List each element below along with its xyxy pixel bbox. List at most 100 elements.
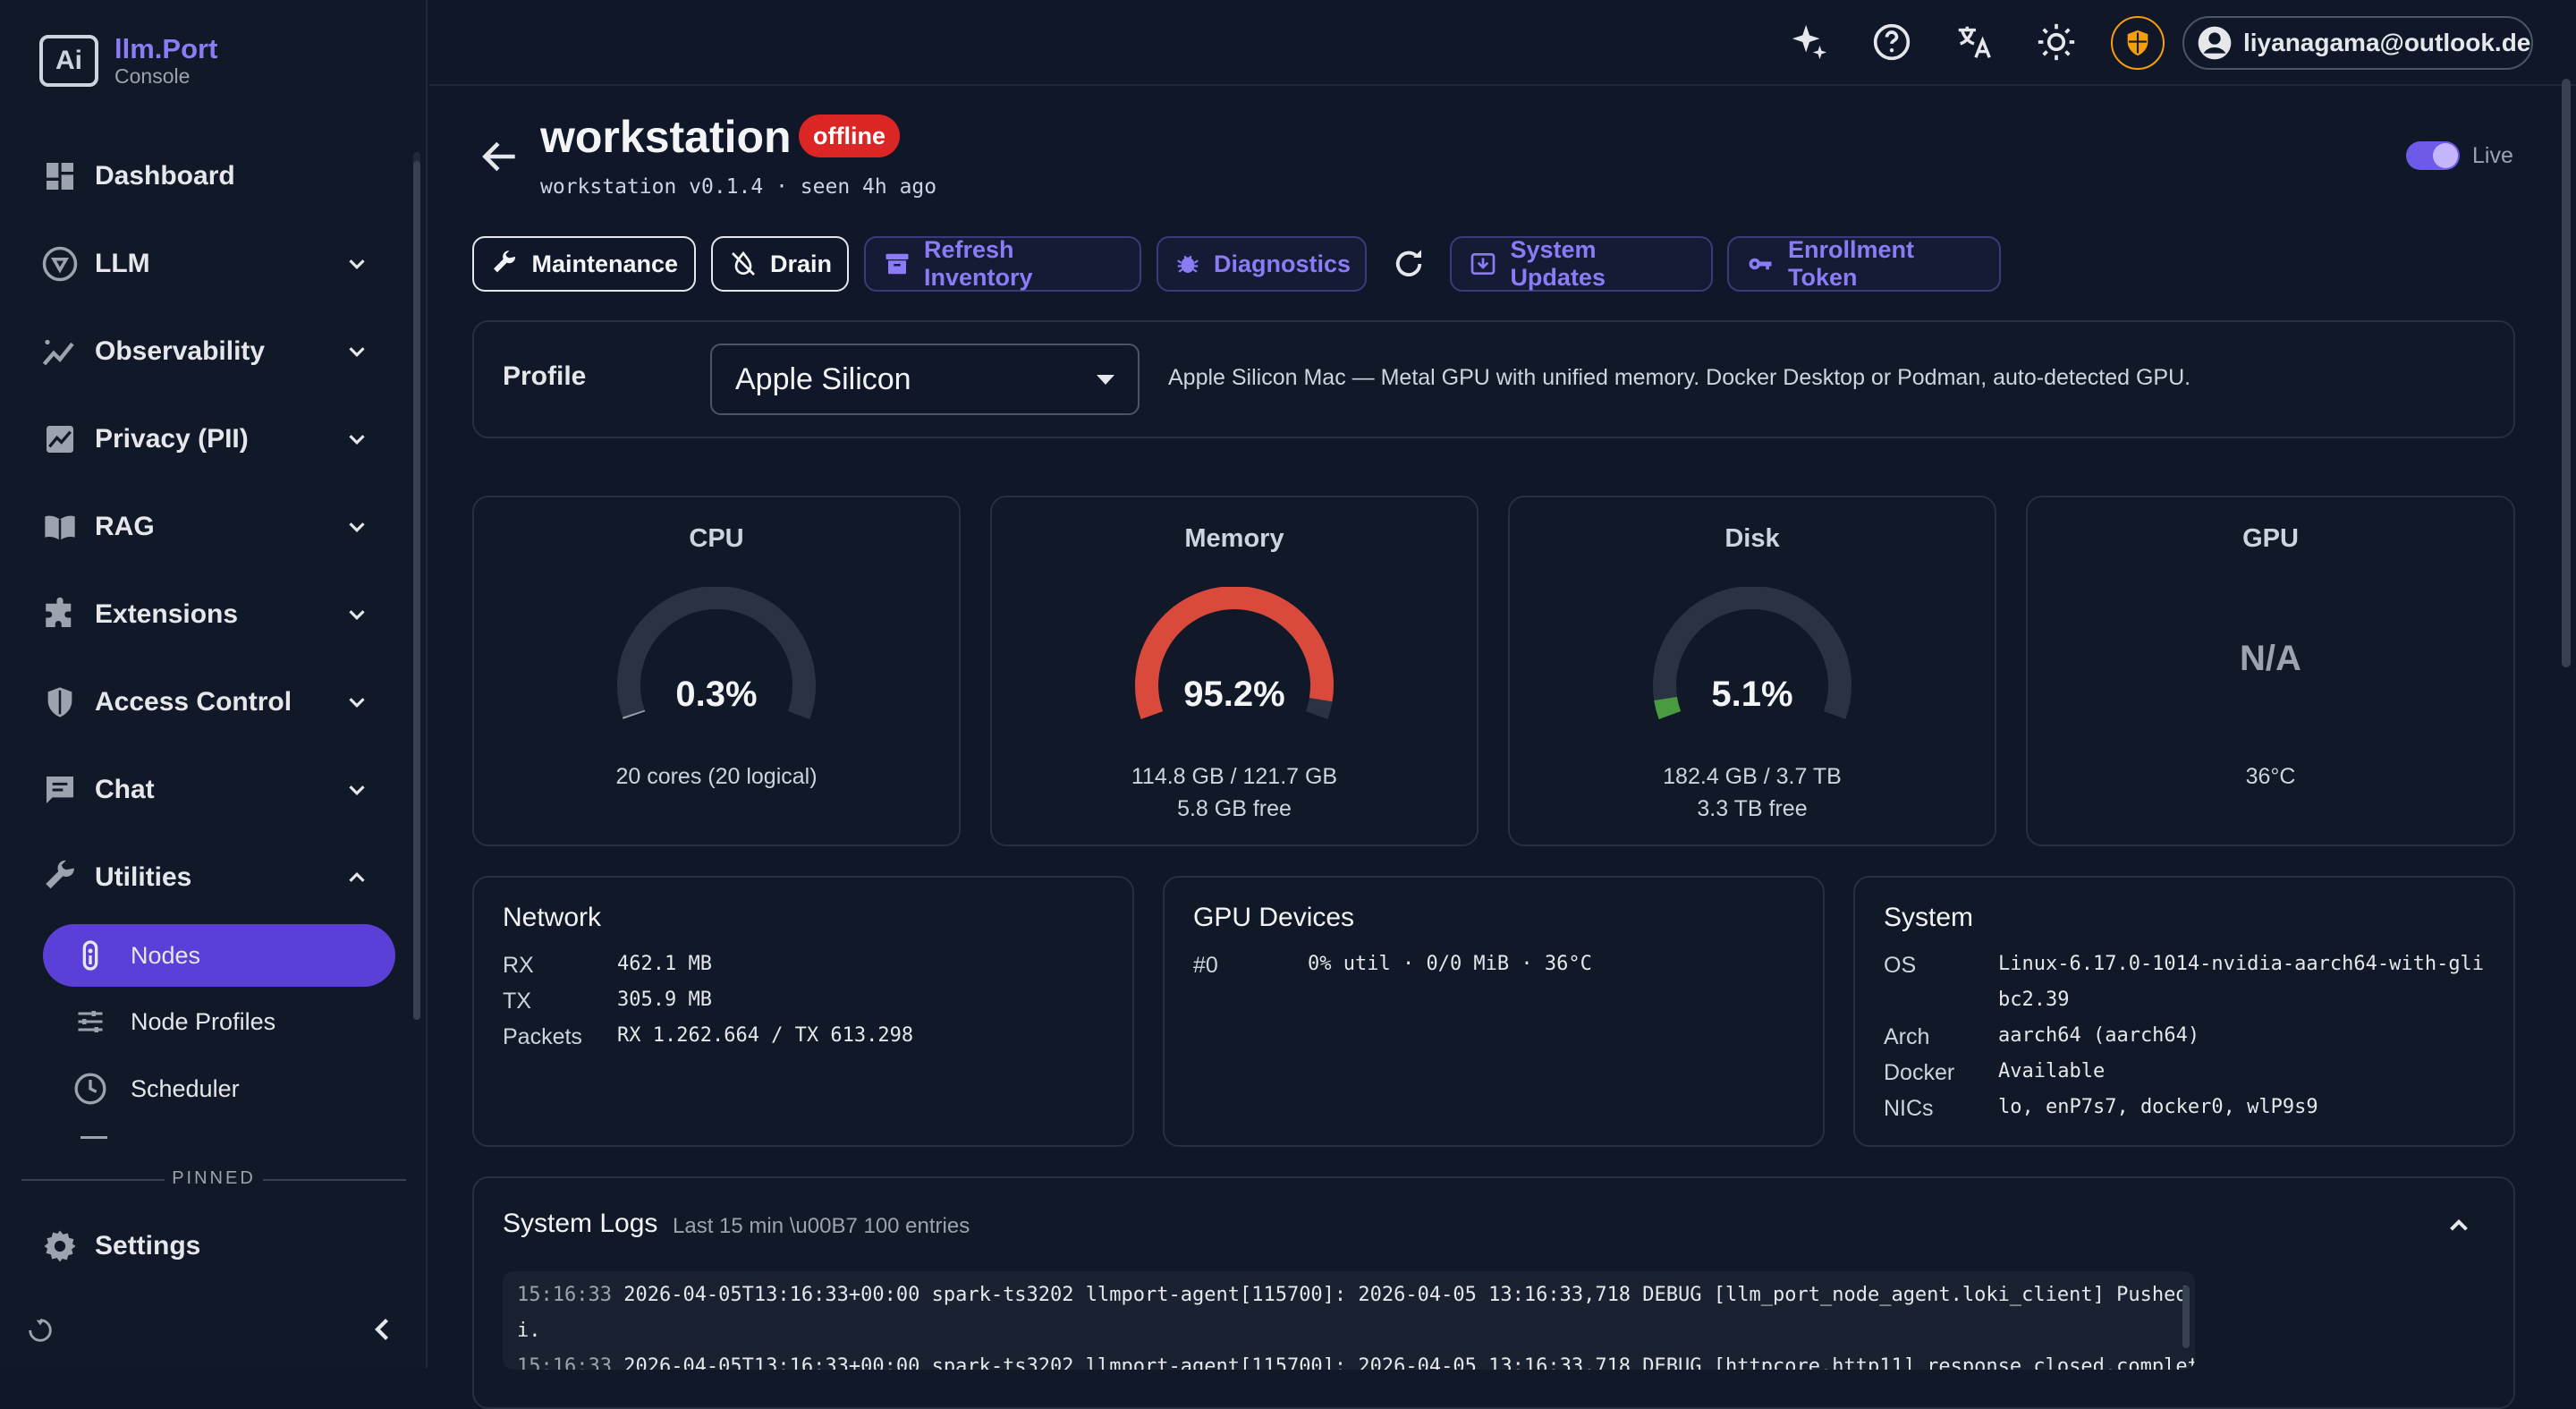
chevron-down-icon [349,785,365,795]
gpu-title: GPU [2242,524,2299,553]
translate-icon[interactable] [1952,20,1996,64]
log-line: 15:16:33 2026-04-05T13:16:33+00:00 spark… [517,1284,2195,1306]
logs-meta: Last 15 min \u00B7 100 entries [673,1214,970,1238]
collapse-sidebar-icon[interactable] [367,1313,399,1345]
gear-icon [39,1226,80,1267]
nodes-icon [70,935,111,976]
archive-icon [882,249,911,279]
live-toggle[interactable]: Live [2406,141,2513,170]
cpu-value: 0.3% [675,675,758,714]
maintenance-button[interactable]: Maintenance [472,236,696,292]
reload-icon[interactable] [1390,245,1428,283]
profile-select[interactable]: Apple Silicon [710,344,1140,415]
node-subtitle: workstation v0.1.4 · seen 4h ago [540,175,937,199]
sliders-icon [70,1001,111,1042]
status-badge: offline [799,115,900,157]
memory-gauge [1135,587,1335,719]
system-updates-label: System Updates [1510,236,1606,291]
divider [263,1179,406,1181]
gpu-device-row: #0 0% util · 0/0 MiB · 36°C [1193,953,1592,978]
sidebar-item-observability[interactable]: Observability [39,320,370,383]
enrollment-token-button[interactable]: Enrollment Token [1727,236,2001,292]
refresh-inventory-button[interactable]: Refresh Inventory [864,236,1141,292]
sidebar-scrollbar[interactable] [413,152,420,1020]
network-row-tx: TX 305.9 MB [503,989,712,1014]
memory-free: 5.8 GB free [1177,796,1292,821]
sidebar-item-label: Nodes [131,941,201,969]
brand-sub: Console [114,64,191,88]
log-line-cont: i. [517,1320,541,1342]
gpu-card: GPU N/A 36°C [2026,496,2515,846]
system-title: System [1884,903,1974,932]
disk-gauge [1653,587,1852,719]
sidebar-item-access-control[interactable]: Access Control [39,671,370,734]
sidebar-item-rag[interactable]: RAG [39,496,370,558]
chevron-up-icon [349,872,365,882]
drain-icon [729,249,758,279]
cpu-card: CPU 0.3% 20 cores (20 logical) [472,496,961,846]
system-card: System OS Linux-6.17.0-1014-nvidia-aarch6… [1853,876,2515,1147]
sidebar-item-extensions[interactable]: Extensions [39,583,370,646]
live-switch[interactable] [2406,141,2460,170]
sidebar-item-utilities[interactable]: Utilities [39,846,370,909]
sidebar-item-label: Access Control [95,687,292,717]
observability-icon [39,331,80,372]
back-arrow-icon[interactable] [478,134,522,179]
profile-description: Apple Silicon Mac — Metal GPU with unifi… [1168,365,2191,390]
help-icon[interactable] [1869,20,1914,64]
sidebar-item-dashboard[interactable]: Dashboard [39,145,370,208]
cpu-cores: 20 cores (20 logical) [615,764,818,789]
sidebar-item-node-profiles[interactable]: Node Profiles [43,990,395,1053]
maintenance-label: Maintenance [531,250,678,277]
sidebar-item-nodes[interactable]: Nodes [43,924,395,987]
disk-card: Disk 5.1% 182.4 GB / 3.7 TB 3.3 TB free [1508,496,1996,846]
caret-down-icon [1097,375,1114,385]
sidebar-item-settings[interactable]: Settings [39,1215,370,1277]
disk-free: 3.3 TB free [1697,796,1808,821]
sidebar-item-privacy[interactable]: Privacy (PII) [39,408,370,471]
shield-icon [39,682,80,723]
extensions-icon [39,594,80,635]
brand-logo[interactable]: Ai llm.Port Console [39,34,217,88]
user-email: liyanagama@outlook.de [2243,29,2531,56]
logs-output[interactable]: 15:16:33 2026-04-05T13:16:33+00:00 spark… [503,1271,2195,1370]
profile-selected-value: Apple Silicon [735,361,911,396]
diagnostics-label: Diagnostics [1214,250,1352,277]
gpu-devices-title: GPU Devices [1193,903,1355,932]
sidebar-item-chat[interactable]: Chat [39,759,370,821]
sidebar-item-label: Chat [95,775,155,804]
chevron-up-icon[interactable] [2444,1210,2474,1241]
sidebar-item-label: Utilities [95,862,192,892]
sidebar-item-llm[interactable]: LLM [39,233,370,295]
logs-scrollbar[interactable] [2182,1286,2190,1348]
sidebar-item-label: Extensions [95,599,239,629]
cpu-gauge [617,587,816,719]
sun-icon[interactable] [2034,20,2079,64]
chevron-down-icon [349,347,365,357]
security-shield-icon[interactable] [2111,16,2165,70]
rag-icon [39,506,80,547]
disk-title: Disk [1724,524,1780,553]
clock-icon [70,1068,111,1109]
system-updates-button[interactable]: System Updates [1450,236,1713,292]
sparkles-icon[interactable] [1787,20,1832,64]
live-label: Live [2472,142,2513,168]
sidebar-item-label: RAG [95,512,155,541]
user-menu-button[interactable]: liyanagama@outlook.de [2182,16,2533,70]
logs-title: System Logs [503,1209,658,1238]
drain-button[interactable]: Drain [711,236,849,292]
dashboard-icon [39,156,80,197]
profile-label: Profile [503,361,587,391]
gpu-temp: 36°C [2245,764,2296,789]
sidebar-item-scheduler[interactable]: Scheduler [43,1057,395,1120]
chat-icon [39,769,80,811]
page-title: workstation [540,112,792,162]
refresh-icon[interactable] [25,1315,55,1345]
gpu-value: N/A [2240,639,2301,678]
system-row-arch: Arch aarch64 (aarch64) [1884,1024,2200,1049]
sidebar-item-label: Scheduler [131,1074,240,1102]
diagnostics-button[interactable]: Diagnostics [1157,236,1367,292]
memory-title: Memory [1184,524,1284,553]
system-row-os: OS Linux-6.17.0-1014-nvidia-aarch64-with-… [1884,953,2485,978]
main-scrollbar[interactable] [2562,79,2571,667]
